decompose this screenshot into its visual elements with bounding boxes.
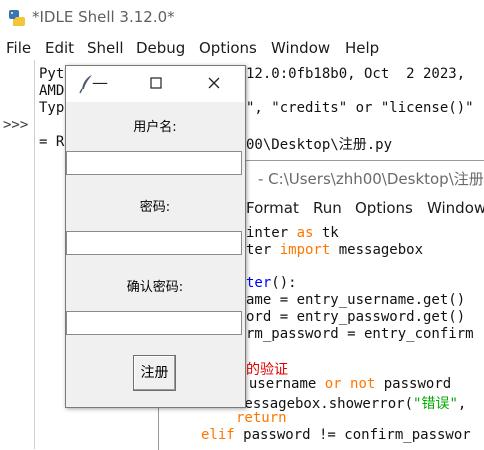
shell-line-restart: = R	[39, 134, 65, 150]
editor-code-line: elif password != confirm_passwor	[201, 427, 471, 443]
close-icon[interactable]	[206, 75, 222, 91]
code-token: messagebox	[330, 241, 424, 258]
code-token: username	[240, 376, 325, 393]
code-token: ord = entry_password.get()	[246, 309, 466, 325]
menu-window[interactable]: Window	[271, 39, 330, 57]
shell-prompt: >>>	[3, 117, 29, 133]
editor-code-line: ord = entry_password.get()	[246, 309, 465, 325]
editor-code-line: ame = entry_username.get()	[246, 292, 465, 308]
shell-line-python: Pyt	[39, 66, 65, 82]
menu-file[interactable]: File	[6, 39, 31, 57]
code-token: import	[279, 241, 331, 258]
code-token: ,	[457, 396, 467, 412]
password-label: 密码:	[139, 200, 171, 215]
code-token: rm_password = entry_confirm	[246, 325, 474, 342]
maximize-icon[interactable]	[148, 75, 164, 91]
username-label: 用户名:	[133, 120, 177, 135]
minimize-icon[interactable]: —	[92, 74, 108, 92]
shell-line-amd: AMD	[39, 83, 65, 99]
register-button[interactable]: 注册	[133, 355, 176, 391]
shell-line-type: Typ	[39, 100, 65, 116]
editor-code-line: inter as tk	[246, 225, 339, 241]
code-token: "错误"	[413, 396, 458, 412]
python-app-icon	[8, 9, 26, 27]
shell-line-credits: ", "credits" or "license()"	[246, 100, 474, 116]
shell-line-version: 12.0:0fb18b0, Oct 2 2023,	[246, 66, 466, 82]
code-token: not	[350, 376, 376, 393]
code-token: or	[324, 376, 342, 393]
code-token: inter	[246, 225, 297, 241]
editor-menu-window[interactable]: Window	[427, 199, 484, 217]
shell-sidebar-divider	[34, 60, 35, 449]
password-input[interactable]	[66, 231, 242, 255]
menu-debug[interactable]: Debug	[136, 39, 185, 57]
code-token: password	[375, 376, 452, 393]
editor-menu-run[interactable]: Run	[313, 199, 342, 217]
code-token: return	[236, 409, 287, 426]
code-token: as	[296, 225, 314, 241]
shell-line-path: 00\Desktop\注册.py	[246, 137, 393, 153]
code-token: elif	[201, 426, 235, 443]
menu-options[interactable]: Options	[199, 39, 257, 57]
editor-window-title: - C:\Users\zhh00\Desktop\注册.py	[258, 170, 484, 188]
editor-menu-format[interactable]: Format	[246, 199, 299, 217]
menu-edit[interactable]: Edit	[45, 39, 74, 57]
editor-code-line: ter():	[246, 275, 297, 291]
confirm-password-label: 确认密码:	[126, 280, 184, 295]
editor-code-line: t username or not password	[232, 376, 451, 392]
shell-window-title: *IDLE Shell 3.12.0*	[32, 8, 175, 26]
confirm-password-input[interactable]	[66, 311, 242, 335]
editor-code-line: ter import messagebox	[246, 242, 423, 258]
menu-shell[interactable]: Shell	[87, 39, 124, 57]
username-input[interactable]	[66, 151, 242, 175]
editor-menu-options[interactable]: Options	[355, 199, 413, 217]
menu-help[interactable]: Help	[345, 39, 379, 57]
shell-menubar: File Edit Shell Debug Options Window Hel…	[0, 36, 484, 60]
code-token: ter	[246, 241, 280, 258]
code-token: tk	[313, 225, 339, 241]
editor-code-line: rm_password = entry_confirm	[246, 326, 474, 342]
code-token: ame = entry_username.get()	[246, 292, 466, 309]
editor-code-line: return	[236, 410, 287, 426]
code-token: ter	[246, 275, 272, 292]
code-token: password != confirm_passwor	[234, 426, 471, 443]
code-token: ():	[271, 275, 297, 292]
